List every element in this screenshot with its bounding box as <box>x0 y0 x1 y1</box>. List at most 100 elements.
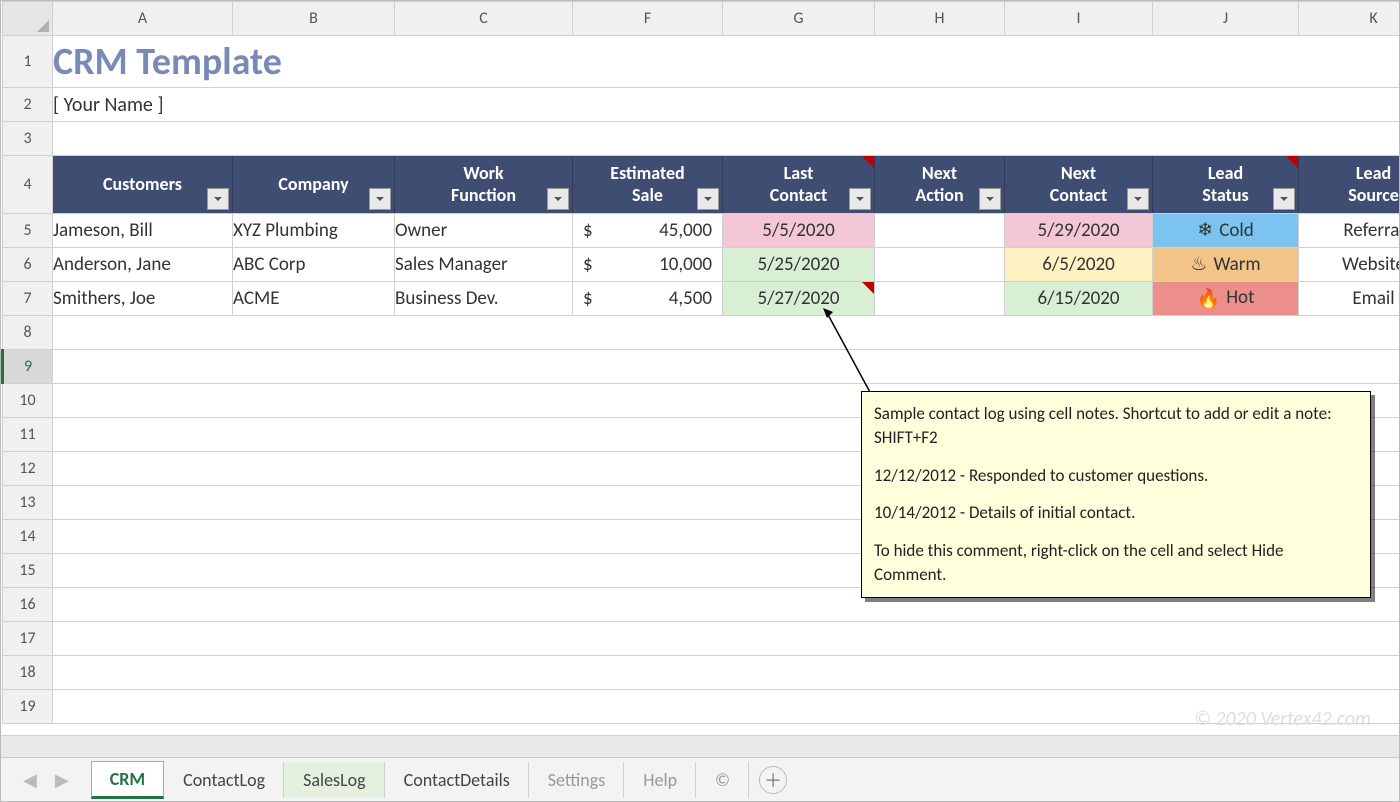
row-header-15[interactable]: 15 <box>3 554 53 588</box>
filter-button-lead-status[interactable] <box>1273 188 1295 210</box>
cell-lead-status[interactable]: ♨Warm <box>1153 248 1299 282</box>
column-header-row[interactable]: A B C F G H I J K <box>3 2 1400 36</box>
row-header-4[interactable]: 4 <box>3 156 53 214</box>
cell-comment-popup[interactable]: Sample contact log using cell notes. Sho… <box>861 391 1371 598</box>
filter-button-estimated-sale[interactable] <box>697 188 719 210</box>
cell-empty-row3[interactable] <box>53 122 1400 156</box>
cell-lead-source[interactable]: Website <box>1299 248 1400 282</box>
cell-lead-status[interactable]: 🔥Hot <box>1153 282 1299 316</box>
row-header-12[interactable]: 12 <box>3 452 53 486</box>
row-header-10[interactable]: 10 <box>3 384 53 418</box>
cell-last-contact[interactable]: 5/25/2020 <box>723 248 875 282</box>
empty-cells[interactable] <box>53 316 1400 350</box>
row-header-1[interactable]: 1 <box>3 36 53 88</box>
col-header-J[interactable]: J <box>1153 2 1299 36</box>
col-header-G[interactable]: G <box>723 2 875 36</box>
sheet-tab-copyright[interactable]: © <box>696 762 749 798</box>
col-header-A[interactable]: A <box>53 2 233 36</box>
cell-last-contact[interactable]: 5/27/2020 <box>723 282 875 316</box>
row-header-14[interactable]: 14 <box>3 520 53 554</box>
cell-company[interactable]: XYZ Plumbing <box>233 214 395 248</box>
tab-nav-prev-icon[interactable]: ◀ <box>23 769 37 791</box>
cell-estimated-sale[interactable]: $45,000 <box>573 214 723 248</box>
cell-next-action[interactable] <box>875 214 1005 248</box>
col-header-F[interactable]: F <box>573 2 723 36</box>
cell-customer[interactable]: Smithers, Joe <box>53 282 233 316</box>
row-header-7[interactable]: 7 <box>3 282 53 316</box>
cell-work-function[interactable]: Business Dev. <box>395 282 573 316</box>
filter-button-customers[interactable] <box>207 188 229 210</box>
cell-work-function[interactable]: Owner <box>395 214 573 248</box>
row-header-5[interactable]: 5 <box>3 214 53 248</box>
table-row[interactable]: 7 Smithers, Joe ACME Business Dev. $4,50… <box>3 282 1400 316</box>
filter-button-company[interactable] <box>369 188 391 210</box>
row-header-17[interactable]: 17 <box>3 622 53 656</box>
sheet-tab-contactlog[interactable]: ContactLog <box>164 762 284 798</box>
col-header-C[interactable]: C <box>395 2 573 36</box>
row-header-2[interactable]: 2 <box>3 88 53 122</box>
filter-button-next-contact[interactable] <box>1127 188 1149 210</box>
header-next-contact[interactable]: Next Contact <box>1005 156 1153 214</box>
cell-next-contact[interactable]: 6/15/2020 <box>1005 282 1153 316</box>
cell-last-contact[interactable]: 5/5/2020 <box>723 214 875 248</box>
cell-next-contact[interactable]: 5/29/2020 <box>1005 214 1153 248</box>
filter-button-work-function[interactable] <box>547 188 569 210</box>
horizontal-scrollbar[interactable] <box>1 735 1399 757</box>
cell-estimated-sale[interactable]: $4,500 <box>573 282 723 316</box>
cell-lead-source[interactable]: Email <box>1299 282 1400 316</box>
cell-customer[interactable]: Anderson, Jane <box>53 248 233 282</box>
table-row[interactable]: 5 Jameson, Bill XYZ Plumbing Owner $45,0… <box>3 214 1400 248</box>
cell-next-action[interactable] <box>875 282 1005 316</box>
row-header-9[interactable]: 9 <box>3 350 53 384</box>
tab-nav-next-icon[interactable]: ▶ <box>55 769 69 791</box>
cell-lead-status[interactable]: ❄Cold <box>1153 214 1299 248</box>
sheet-tab-settings[interactable]: Settings <box>529 762 625 798</box>
sheet-tab-contactdetails[interactable]: ContactDetails <box>385 762 529 798</box>
sheet-tab-help[interactable]: Help <box>624 762 696 798</box>
row-header-18[interactable]: 18 <box>3 656 53 690</box>
filter-button-last-contact[interactable] <box>849 188 871 210</box>
cell-customer[interactable]: Jameson, Bill <box>53 214 233 248</box>
col-header-H[interactable]: H <box>875 2 1005 36</box>
row-header-3[interactable]: 3 <box>3 122 53 156</box>
row-header-11[interactable]: 11 <box>3 418 53 452</box>
empty-cells[interactable] <box>53 656 1400 690</box>
sheet-tab-crm[interactable]: CRM <box>91 761 164 799</box>
header-work-function[interactable]: Work Function <box>395 156 573 214</box>
cell-lead-source[interactable]: Referral <box>1299 214 1400 248</box>
header-lead-status[interactable]: Lead Status <box>1153 156 1299 214</box>
col-header-K[interactable]: K <box>1299 2 1400 36</box>
header-lead-source[interactable]: Lead Source <box>1299 156 1400 214</box>
header-estimated-sale[interactable]: Estimated Sale <box>573 156 723 214</box>
add-sheet-button[interactable]: ＋ <box>759 766 787 794</box>
row-header-6[interactable]: 6 <box>3 248 53 282</box>
row-header-8[interactable]: 8 <box>3 316 53 350</box>
header-next-action[interactable]: Next Action <box>875 156 1005 214</box>
header-ls-line2: Status <box>1202 184 1248 206</box>
cell-next-action[interactable] <box>875 248 1005 282</box>
col-header-B[interactable]: B <box>233 2 395 36</box>
cell-work-function[interactable]: Sales Manager <box>395 248 573 282</box>
row-header-19[interactable]: 19 <box>3 690 53 724</box>
header-customers[interactable]: Customers <box>53 156 233 214</box>
row-header-13[interactable]: 13 <box>3 486 53 520</box>
table-row[interactable]: 6 Anderson, Jane ABC Corp Sales Manager … <box>3 248 1400 282</box>
sheet-tab-saleslog[interactable]: SalesLog <box>284 762 385 798</box>
filter-button-next-action[interactable] <box>979 188 1001 210</box>
worksheet-grid[interactable]: A B C F G H I J K 1 CRM Template 2 [ You… <box>1 1 1399 753</box>
cell-company[interactable]: ABC Corp <box>233 248 395 282</box>
chevron-down-icon <box>985 194 995 204</box>
empty-cells[interactable] <box>53 622 1400 656</box>
cell-next-contact[interactable]: 6/5/2020 <box>1005 248 1153 282</box>
cell-estimated-sale[interactable]: $10,000 <box>573 248 723 282</box>
currency-symbol: $ <box>583 219 593 242</box>
header-last-contact[interactable]: Last Contact <box>723 156 875 214</box>
select-all-cell[interactable] <box>3 2 53 36</box>
col-header-I[interactable]: I <box>1005 2 1153 36</box>
header-company[interactable]: Company <box>233 156 395 214</box>
author-placeholder[interactable]: [ Your Name ] <box>53 88 1400 122</box>
row-header-16[interactable]: 16 <box>3 588 53 622</box>
cell-company[interactable]: ACME <box>233 282 395 316</box>
page-title[interactable]: CRM Template <box>53 36 1400 88</box>
empty-cells[interactable] <box>53 350 1400 384</box>
